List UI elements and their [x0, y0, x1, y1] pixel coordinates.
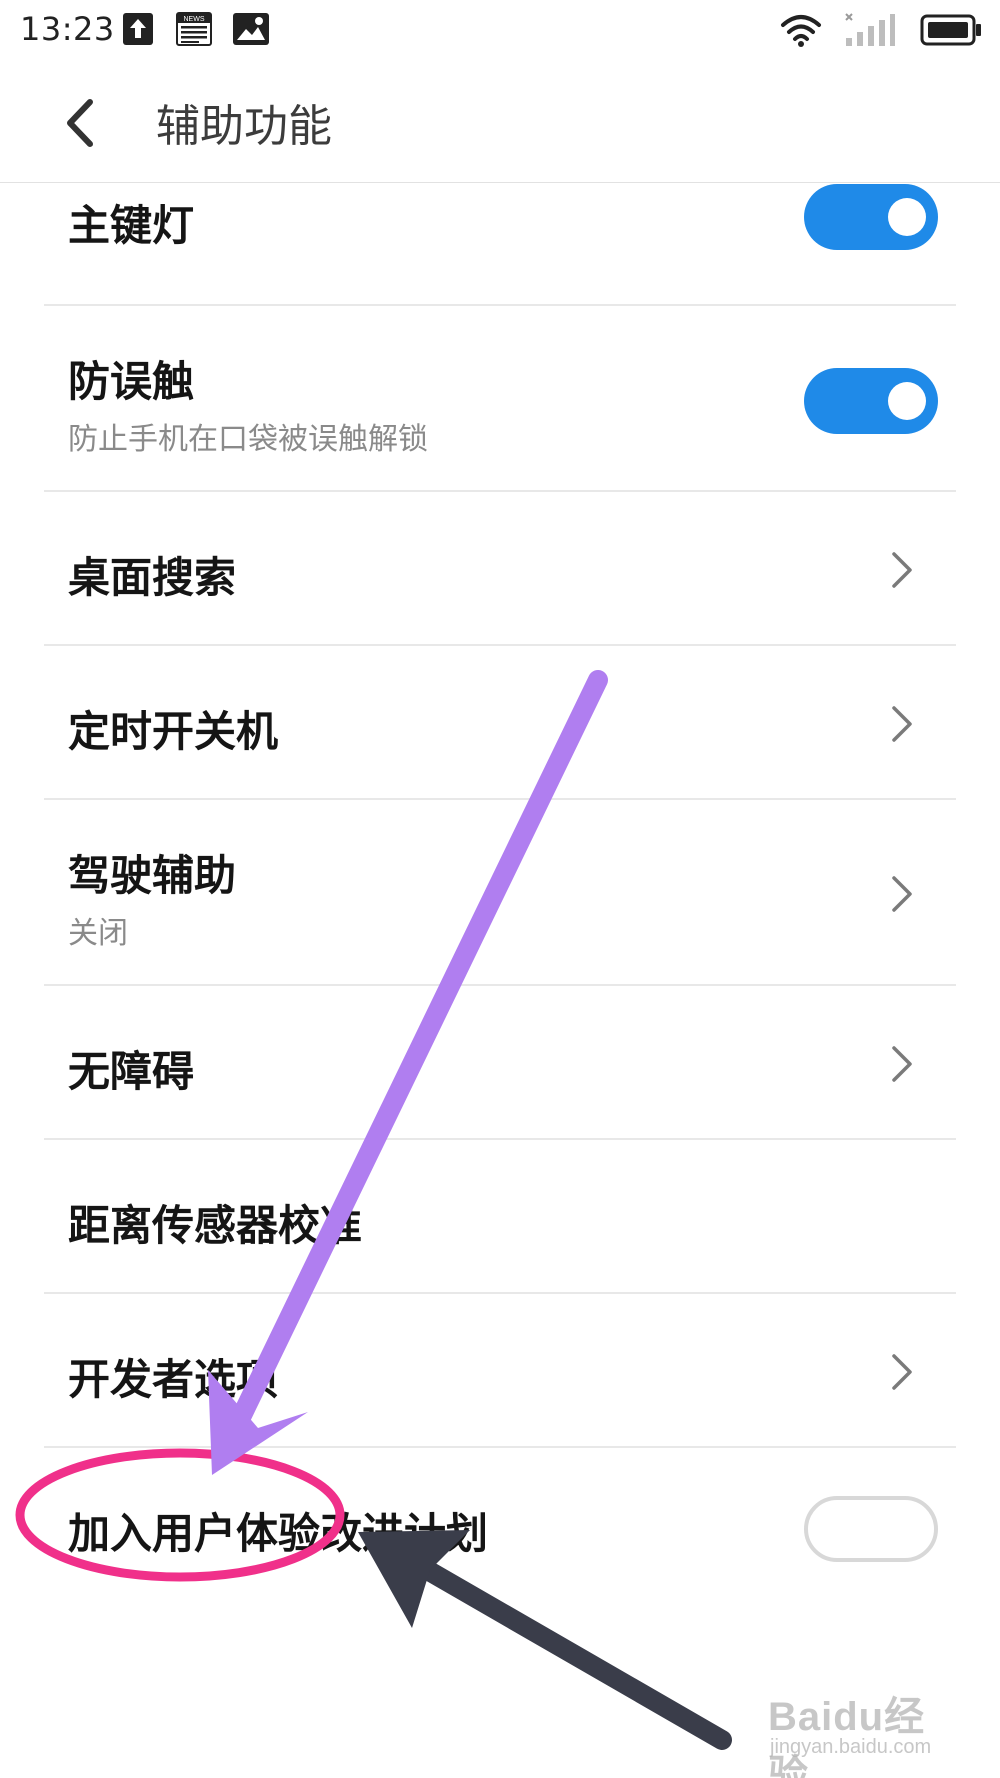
list-item-anti-mistouch[interactable]: 防误触 防止手机在口袋被误触解锁 [0, 306, 1000, 492]
list-item-user-experience-program[interactable]: 加入用户体验改进计划 [0, 1448, 1000, 1608]
list-item-desktop-search[interactable]: 桌面搜索 [0, 492, 1000, 646]
chevron-right-icon [892, 706, 912, 742]
header: 辅助功能 [0, 62, 1000, 183]
chevron-right-icon [892, 552, 912, 588]
item-subtitle: 关闭 [68, 916, 128, 951]
back-chevron-icon[interactable] [60, 98, 100, 148]
home-key-light-toggle[interactable] [804, 184, 938, 250]
page-title: 辅助功能 [156, 101, 332, 152]
battery-icon [920, 14, 981, 46]
status-bar: 13:23 NEWS [0, 0, 1000, 62]
item-title: 主键灯 [68, 201, 195, 250]
user-experience-toggle[interactable] [804, 1496, 938, 1562]
item-title: 驾驶辅助 [68, 851, 237, 900]
image-icon [233, 13, 269, 45]
list-item-scheduled-power[interactable]: 定时开关机 [0, 646, 1000, 800]
item-title: 加入用户体验改进计划 [68, 1509, 489, 1558]
list-item-home-key-light[interactable]: 主键灯 [0, 182, 1000, 306]
item-title: 防误触 [68, 357, 195, 406]
baidu-watermark: Baidu经验 jingyan.baidu.com [764, 1684, 964, 1778]
upload-icon [123, 13, 153, 45]
list-item-accessibility[interactable]: 无障碍 [0, 986, 1000, 1140]
news-icon: NEWS [176, 12, 212, 46]
chevron-right-icon [892, 1046, 912, 1082]
watermark-brand: Baidu经验 [768, 1695, 926, 1778]
item-title: 无障碍 [68, 1047, 195, 1096]
item-title: 定时开关机 [68, 707, 279, 756]
watermark-url: jingyan.baidu.com [770, 1736, 932, 1758]
news-icon-label: NEWS [184, 16, 205, 23]
anti-mistouch-toggle[interactable] [804, 368, 938, 434]
chevron-right-icon [892, 876, 912, 912]
toggle-knob [888, 382, 926, 420]
signal-icon [845, 13, 895, 46]
settings-list: 主键灯 防误触 防止手机在口袋被误触解锁 桌面搜索 定时开关机 驾驶辅助 关闭 [0, 182, 1000, 1608]
list-item-driving-assist[interactable]: 驾驶辅助 关闭 [0, 800, 1000, 986]
screen: 13:23 NEWS 辅助功能 主键灯 防误触 防止手机在口袋被误触解锁 桌面搜… [0, 0, 1000, 1778]
chevron-right-icon [892, 1354, 912, 1390]
item-title: 距离传感器校准 [68, 1201, 363, 1250]
wifi-icon [781, 15, 821, 47]
list-item-proximity-calibration[interactable]: 距离传感器校准 [0, 1140, 1000, 1294]
item-subtitle: 防止手机在口袋被误触解锁 [68, 422, 428, 457]
item-title: 桌面搜索 [68, 553, 237, 602]
toggle-knob [888, 198, 926, 236]
list-item-developer-options[interactable]: 开发者选项 [0, 1294, 1000, 1448]
status-time: 13:23 [20, 10, 115, 48]
item-title: 开发者选项 [68, 1355, 279, 1404]
